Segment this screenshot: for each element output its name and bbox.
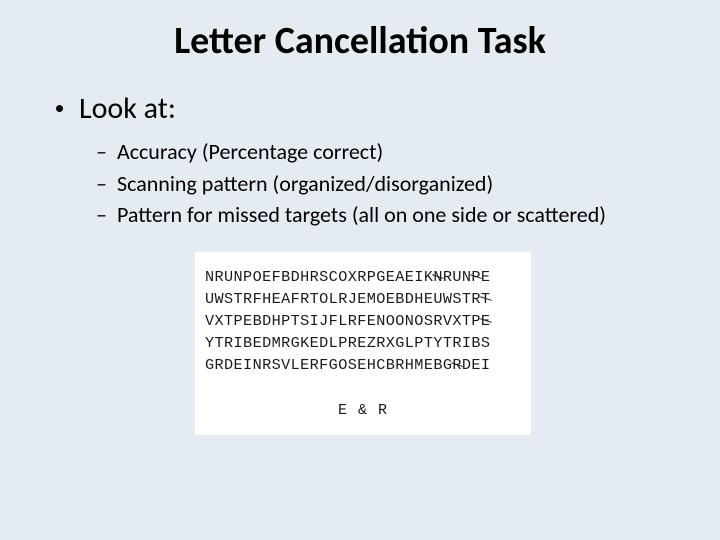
bullet-look-at: Look at: — [56, 90, 670, 127]
sub-bullet: – Accuracy (Percentage correct) — [96, 137, 670, 167]
targets-label: E & R — [205, 402, 521, 419]
slide-body: Look at: – Accuracy (Percentage correct)… — [0, 64, 720, 435]
dash-icon: – — [96, 200, 107, 230]
sub-bullet-label: Scanning pattern (organized/disorganized… — [117, 169, 493, 199]
letter-grid-figure: NRUNPOEFBDHRSCOXRPGEAEIKNRUNPEUWSTRFHEAF… — [195, 252, 531, 435]
letter-row: NRUNPOEFBDHRSCOXRPGEAEIKNRUNPE — [205, 266, 521, 288]
sub-bullet-label: Pattern for missed targets (all on one s… — [117, 200, 606, 230]
sub-bullet: – Pattern for missed targets (all on one… — [96, 200, 670, 230]
letter-row: VXTPEBDHPTSIJFLRFENOONOSRVXTPE — [205, 310, 521, 332]
bullet-dot-icon — [56, 105, 63, 112]
cancelled-letter: N — [433, 266, 443, 288]
sub-bullet-label: Accuracy (Percentage correct) — [117, 137, 383, 167]
bullet-look-at-label: Look at: — [79, 90, 176, 127]
letter-row: UWSTRFHEAFRTOLRJEMOEBDHEUWSTRT — [205, 288, 521, 310]
slide: Letter Cancellation Task Look at: – Accu… — [0, 0, 720, 540]
cancelled-letter: T — [481, 288, 491, 310]
page-title: Letter Cancellation Task — [0, 0, 720, 64]
letter-row: YTRIBEDMRGKEDLPREZRXGLPTYTRIBS — [205, 332, 521, 354]
cancelled-letter: P — [471, 266, 481, 288]
cancelled-letter: E — [481, 310, 491, 332]
letter-grid-rows: NRUNPOEFBDHRSCOXRPGEAEIKNRUNPEUWSTRFHEAF… — [205, 266, 521, 376]
sub-bullet-list: – Accuracy (Percentage correct) – Scanni… — [56, 137, 670, 230]
cancelled-letter: R — [452, 354, 462, 376]
letter-row: GRDEINRSVLERFGOSEHCBRHMEBGRDEI — [205, 354, 521, 376]
dash-icon: – — [96, 169, 107, 199]
dash-icon: – — [96, 137, 107, 167]
sub-bullet: – Scanning pattern (organized/disorganiz… — [96, 169, 670, 199]
